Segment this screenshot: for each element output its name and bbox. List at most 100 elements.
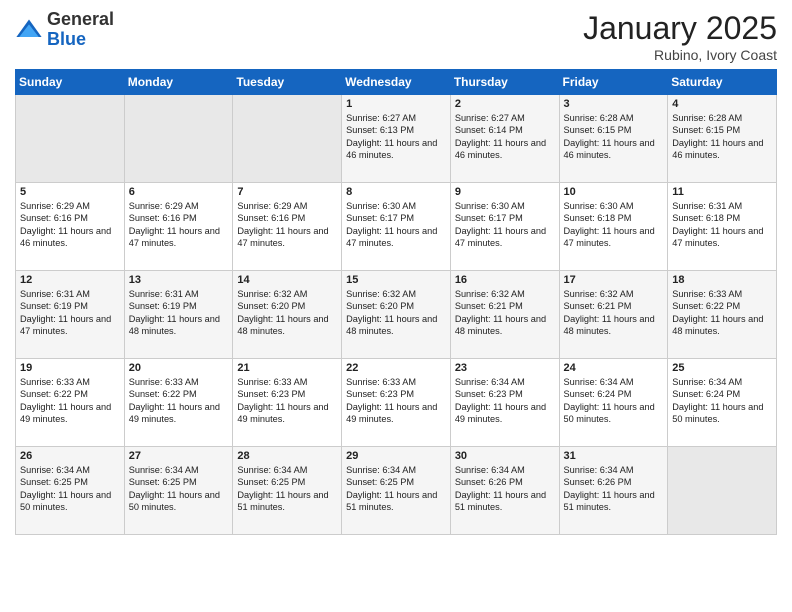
day-info: Sunrise: 6:27 AM Sunset: 6:13 PM Dayligh… — [346, 112, 446, 162]
calendar-cell: 13 Sunrise: 6:31 AM Sunset: 6:19 PM Dayli… — [124, 271, 233, 359]
day-info: Sunrise: 6:28 AM Sunset: 6:15 PM Dayligh… — [672, 112, 772, 162]
day-info: Sunrise: 6:34 AM Sunset: 6:25 PM Dayligh… — [129, 464, 229, 514]
day-info: Sunrise: 6:32 AM Sunset: 6:21 PM Dayligh… — [564, 288, 664, 338]
calendar-cell — [668, 447, 777, 535]
day-number: 4 — [672, 98, 772, 110]
day-number: 14 — [237, 274, 337, 286]
calendar-cell: 25 Sunrise: 6:34 AM Sunset: 6:24 PM Dayli… — [668, 359, 777, 447]
calendar-cell: 4 Sunrise: 6:28 AM Sunset: 6:15 PM Daylig… — [668, 95, 777, 183]
calendar-cell: 9 Sunrise: 6:30 AM Sunset: 6:17 PM Daylig… — [450, 183, 559, 271]
logo-icon — [15, 16, 43, 44]
day-number: 15 — [346, 274, 446, 286]
logo-text: General Blue — [47, 10, 114, 50]
calendar-cell: 28 Sunrise: 6:34 AM Sunset: 6:25 PM Dayli… — [233, 447, 342, 535]
day-info: Sunrise: 6:30 AM Sunset: 6:17 PM Dayligh… — [346, 200, 446, 250]
day-info: Sunrise: 6:32 AM Sunset: 6:20 PM Dayligh… — [346, 288, 446, 338]
logo-blue: Blue — [47, 30, 114, 50]
weekday-header-row: SundayMondayTuesdayWednesdayThursdayFrid… — [16, 70, 777, 95]
day-info: Sunrise: 6:34 AM Sunset: 6:25 PM Dayligh… — [20, 464, 120, 514]
calendar-cell: 6 Sunrise: 6:29 AM Sunset: 6:16 PM Daylig… — [124, 183, 233, 271]
calendar-cell: 21 Sunrise: 6:33 AM Sunset: 6:23 PM Dayli… — [233, 359, 342, 447]
subtitle: Rubino, Ivory Coast — [583, 47, 777, 63]
day-info: Sunrise: 6:33 AM Sunset: 6:22 PM Dayligh… — [129, 376, 229, 426]
calendar-cell: 22 Sunrise: 6:33 AM Sunset: 6:23 PM Dayli… — [342, 359, 451, 447]
calendar-cell — [233, 95, 342, 183]
day-info: Sunrise: 6:33 AM Sunset: 6:22 PM Dayligh… — [20, 376, 120, 426]
day-info: Sunrise: 6:34 AM Sunset: 6:26 PM Dayligh… — [564, 464, 664, 514]
day-info: Sunrise: 6:31 AM Sunset: 6:19 PM Dayligh… — [129, 288, 229, 338]
day-number: 9 — [455, 186, 555, 198]
weekday-header-monday: Monday — [124, 70, 233, 95]
day-info: Sunrise: 6:31 AM Sunset: 6:19 PM Dayligh… — [20, 288, 120, 338]
calendar-page: General Blue January 2025 Rubino, Ivory … — [0, 0, 792, 612]
day-info: Sunrise: 6:29 AM Sunset: 6:16 PM Dayligh… — [20, 200, 120, 250]
day-info: Sunrise: 6:34 AM Sunset: 6:25 PM Dayligh… — [346, 464, 446, 514]
day-info: Sunrise: 6:28 AM Sunset: 6:15 PM Dayligh… — [564, 112, 664, 162]
weekday-header-friday: Friday — [559, 70, 668, 95]
day-number: 6 — [129, 186, 229, 198]
title-area: January 2025 Rubino, Ivory Coast — [583, 10, 777, 63]
day-number: 29 — [346, 450, 446, 462]
calendar-cell: 30 Sunrise: 6:34 AM Sunset: 6:26 PM Dayli… — [450, 447, 559, 535]
day-number: 2 — [455, 98, 555, 110]
calendar-cell: 12 Sunrise: 6:31 AM Sunset: 6:19 PM Dayli… — [16, 271, 125, 359]
day-info: Sunrise: 6:33 AM Sunset: 6:23 PM Dayligh… — [346, 376, 446, 426]
calendar-week-row: 5 Sunrise: 6:29 AM Sunset: 6:16 PM Daylig… — [16, 183, 777, 271]
day-info: Sunrise: 6:29 AM Sunset: 6:16 PM Dayligh… — [237, 200, 337, 250]
day-number: 22 — [346, 362, 446, 374]
calendar-cell: 26 Sunrise: 6:34 AM Sunset: 6:25 PM Dayli… — [16, 447, 125, 535]
logo-general: General — [47, 10, 114, 30]
calendar-cell: 18Sunrise: 6:33 AM Sunset: 6:22 PM Dayli… — [668, 271, 777, 359]
day-number: 19 — [20, 362, 120, 374]
day-number: 3 — [564, 98, 664, 110]
day-info: Sunrise: 6:33 AM Sunset: 6:23 PM Dayligh… — [237, 376, 337, 426]
day-number: 7 — [237, 186, 337, 198]
day-number: 30 — [455, 450, 555, 462]
calendar-cell — [16, 95, 125, 183]
day-number: 25 — [672, 362, 772, 374]
day-number: 10 — [564, 186, 664, 198]
day-info: Sunrise: 6:34 AM Sunset: 6:25 PM Dayligh… — [237, 464, 337, 514]
calendar-cell: 20Sunrise: 6:33 AM Sunset: 6:22 PM Dayli… — [124, 359, 233, 447]
day-number: 17 — [564, 274, 664, 286]
day-number: 13 — [129, 274, 229, 286]
month-title: January 2025 — [583, 10, 777, 47]
logo: General Blue — [15, 10, 114, 50]
day-info: Sunrise: 6:30 AM Sunset: 6:18 PM Dayligh… — [564, 200, 664, 250]
day-number: 21 — [237, 362, 337, 374]
day-number: 26 — [20, 450, 120, 462]
day-number: 5 — [20, 186, 120, 198]
calendar-week-row: 1Sunrise: 6:27 AM Sunset: 6:13 PM Daylig… — [16, 95, 777, 183]
day-info: Sunrise: 6:30 AM Sunset: 6:17 PM Dayligh… — [455, 200, 555, 250]
calendar-cell — [124, 95, 233, 183]
day-number: 23 — [455, 362, 555, 374]
weekday-header-thursday: Thursday — [450, 70, 559, 95]
day-info: Sunrise: 6:34 AM Sunset: 6:24 PM Dayligh… — [672, 376, 772, 426]
calendar-cell: 29 Sunrise: 6:34 AM Sunset: 6:25 PM Dayli… — [342, 447, 451, 535]
day-info: Sunrise: 6:34 AM Sunset: 6:26 PM Dayligh… — [455, 464, 555, 514]
day-number: 12 — [20, 274, 120, 286]
calendar-cell: 16Sunrise: 6:32 AM Sunset: 6:21 PM Dayli… — [450, 271, 559, 359]
calendar-cell: 1Sunrise: 6:27 AM Sunset: 6:13 PM Daylig… — [342, 95, 451, 183]
header: General Blue January 2025 Rubino, Ivory … — [15, 10, 777, 63]
calendar-cell: 31 Sunrise: 6:34 AM Sunset: 6:26 PM Dayli… — [559, 447, 668, 535]
day-info: Sunrise: 6:34 AM Sunset: 6:23 PM Dayligh… — [455, 376, 555, 426]
calendar-cell: 17 Sunrise: 6:32 AM Sunset: 6:21 PM Dayli… — [559, 271, 668, 359]
day-number: 18 — [672, 274, 772, 286]
calendar-cell: 14 Sunrise: 6:32 AM Sunset: 6:20 PM Dayli… — [233, 271, 342, 359]
calendar-cell: 15 Sunrise: 6:32 AM Sunset: 6:20 PM Dayli… — [342, 271, 451, 359]
day-number: 24 — [564, 362, 664, 374]
day-info: Sunrise: 6:32 AM Sunset: 6:20 PM Dayligh… — [237, 288, 337, 338]
calendar-cell: 7 Sunrise: 6:29 AM Sunset: 6:16 PM Daylig… — [233, 183, 342, 271]
calendar-cell: 3 Sunrise: 6:28 AM Sunset: 6:15 PM Daylig… — [559, 95, 668, 183]
calendar-cell: 27 Sunrise: 6:34 AM Sunset: 6:25 PM Dayli… — [124, 447, 233, 535]
calendar-cell: 2Sunrise: 6:27 AM Sunset: 6:14 PM Daylig… — [450, 95, 559, 183]
day-number: 28 — [237, 450, 337, 462]
calendar-cell: 24Sunrise: 6:34 AM Sunset: 6:24 PM Dayli… — [559, 359, 668, 447]
calendar-cell: 23 Sunrise: 6:34 AM Sunset: 6:23 PM Dayli… — [450, 359, 559, 447]
day-info: Sunrise: 6:29 AM Sunset: 6:16 PM Dayligh… — [129, 200, 229, 250]
calendar-week-row: 12 Sunrise: 6:31 AM Sunset: 6:19 PM Dayli… — [16, 271, 777, 359]
day-number: 27 — [129, 450, 229, 462]
weekday-header-wednesday: Wednesday — [342, 70, 451, 95]
day-number: 31 — [564, 450, 664, 462]
